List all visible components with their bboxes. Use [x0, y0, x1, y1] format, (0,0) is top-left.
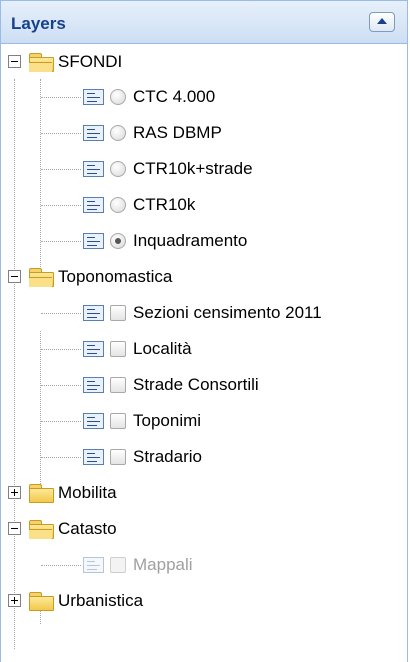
- layer-item-ctr10k[interactable]: CTR10k: [1, 187, 407, 223]
- layer-item-ras-dbmp[interactable]: RAS DBMP: [1, 115, 407, 151]
- layer-tree: SFONDI CTC 4.000 RAS DBMP CTR10k+strade …: [1, 44, 407, 662]
- layer-legend-icon[interactable]: [83, 377, 104, 393]
- layer-label: RAS DBMP: [133, 123, 222, 142]
- folder-icon: [28, 591, 54, 611]
- layer-item-sezioni-censimento[interactable]: Sezioni censimento 2011: [1, 295, 407, 331]
- layer-legend-icon[interactable]: [83, 557, 104, 573]
- layer-item-strade-consortili[interactable]: Strade Consortili: [1, 367, 407, 403]
- panel-header: Layers: [1, 1, 407, 44]
- collapse-toggle-icon[interactable]: [8, 55, 21, 68]
- layer-label: CTR10k+strade: [133, 159, 253, 178]
- tree-node-toponomastica[interactable]: Toponomastica: [1, 259, 407, 295]
- layer-radio-button[interactable]: [110, 89, 126, 105]
- folder-icon: [28, 483, 54, 503]
- layer-legend-icon[interactable]: [83, 89, 104, 105]
- tree-node-label: Toponomastica: [58, 267, 173, 286]
- layer-label: Strade Consortili: [133, 375, 259, 394]
- layer-item-mappali[interactable]: Mappali: [1, 547, 407, 583]
- layer-legend-icon[interactable]: [83, 125, 104, 141]
- expand-toggle-icon[interactable]: [8, 594, 21, 607]
- layer-checkbox[interactable]: [110, 341, 126, 357]
- layer-item-localita[interactable]: Località: [1, 331, 407, 367]
- layer-label: CTR10k: [133, 195, 196, 214]
- layer-legend-icon[interactable]: [83, 161, 104, 177]
- open-folder-icon: [28, 519, 54, 539]
- layer-legend-icon[interactable]: [83, 197, 104, 213]
- collapse-panel-button[interactable]: [369, 12, 395, 32]
- layer-label: Inquadramento: [133, 231, 248, 250]
- tree-node-label: SFONDI: [58, 52, 123, 71]
- layer-item-inquadramento[interactable]: Inquadramento: [1, 223, 407, 259]
- open-folder-icon: [28, 267, 54, 287]
- layer-legend-icon[interactable]: [83, 413, 104, 429]
- layer-label: Mappali: [133, 555, 193, 574]
- layer-legend-icon[interactable]: [83, 341, 104, 357]
- layer-checkbox[interactable]: [110, 449, 126, 465]
- open-folder-icon: [28, 52, 54, 72]
- layer-legend-icon[interactable]: [83, 233, 104, 249]
- collapse-toggle-icon[interactable]: [8, 270, 21, 283]
- expand-toggle-icon[interactable]: [8, 486, 21, 499]
- tree-node-mobilita[interactable]: Mobilita: [1, 475, 407, 511]
- collapse-toggle-icon[interactable]: [8, 522, 21, 535]
- layer-item-ctr10k-strade[interactable]: CTR10k+strade: [1, 151, 407, 187]
- layer-item-toponimi[interactable]: Toponimi: [1, 403, 407, 439]
- layer-checkbox[interactable]: [110, 305, 126, 321]
- layer-legend-icon[interactable]: [83, 305, 104, 321]
- layer-checkbox[interactable]: [110, 377, 126, 393]
- layer-label: Sezioni censimento 2011: [133, 303, 322, 322]
- layer-radio-button[interactable]: [110, 125, 126, 141]
- tree-node-urbanistica[interactable]: Urbanistica: [1, 583, 407, 619]
- tree-node-label: Catasto: [58, 519, 117, 538]
- layer-item-stradario[interactable]: Stradario: [1, 439, 407, 475]
- tree-node-catasto[interactable]: Catasto: [1, 511, 407, 547]
- tree-node-label: Urbanistica: [58, 591, 144, 610]
- layer-label: Località: [133, 339, 192, 358]
- layer-radio-button[interactable]: [110, 197, 126, 213]
- layer-checkbox[interactable]: [110, 413, 126, 429]
- layer-radio-button-selected[interactable]: [110, 233, 126, 249]
- layer-checkbox-disabled[interactable]: [110, 557, 126, 573]
- layer-item-ctc-4000[interactable]: CTC 4.000: [1, 79, 407, 115]
- tree-node-sfondi[interactable]: SFONDI: [1, 44, 407, 80]
- layer-label: Stradario: [133, 447, 202, 466]
- layers-panel: Layers SFONDI CTC 4.000 RAS DBMP CTR10k+…: [0, 0, 408, 662]
- layer-label: Toponimi: [133, 411, 202, 430]
- panel-title: Layers: [11, 14, 66, 33]
- layer-label: CTC 4.000: [133, 87, 216, 106]
- layer-radio-button[interactable]: [110, 161, 126, 177]
- layer-legend-icon[interactable]: [83, 449, 104, 465]
- tree-node-label: Mobilita: [58, 483, 117, 502]
